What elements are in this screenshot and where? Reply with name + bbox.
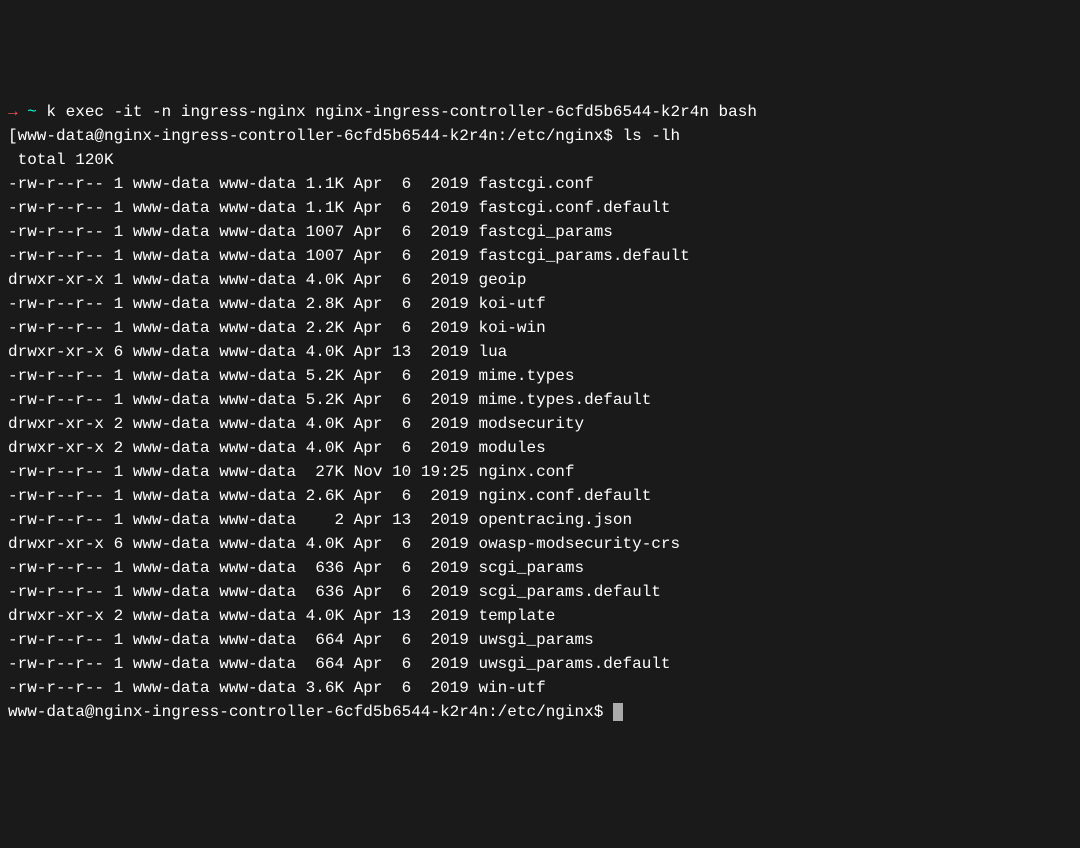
file-row: -rw-r--r-- 1 www-data www-data 664 Apr 6…	[8, 628, 1072, 652]
file-row: -rw-r--r-- 1 www-data www-data 1007 Apr …	[8, 244, 1072, 268]
file-row: -rw-r--r-- 1 www-data www-data 664 Apr 6…	[8, 652, 1072, 676]
file-row: drwxr-xr-x 6 www-data www-data 4.0K Apr …	[8, 340, 1072, 364]
terminal-output[interactable]: → ~ k exec -it -n ingress-nginx nginx-in…	[8, 100, 1072, 724]
file-row: drwxr-xr-x 2 www-data www-data 4.0K Apr …	[8, 604, 1072, 628]
file-row: -rw-r--r-- 1 www-data www-data 2 Apr 13 …	[8, 508, 1072, 532]
kubectl-exec-command: k exec -it -n ingress-nginx nginx-ingres…	[46, 103, 757, 121]
shell-prompt-line: www-data@nginx-ingress-controller-6cfd5b…	[8, 700, 1072, 724]
file-row: -rw-r--r-- 1 www-data www-data 1007 Apr …	[8, 220, 1072, 244]
cursor[interactable]	[613, 703, 623, 721]
command-line-2: [www-data@nginx-ingress-controller-6cfd5…	[8, 124, 1072, 148]
file-row: -rw-r--r-- 1 www-data www-data 2.2K Apr …	[8, 316, 1072, 340]
file-row: -rw-r--r-- 1 www-data www-data 636 Apr 6…	[8, 556, 1072, 580]
file-row: -rw-r--r-- 1 www-data www-data 27K Nov 1…	[8, 460, 1072, 484]
ls-command: ls -lh	[623, 127, 681, 145]
total-line: total 120K	[8, 148, 1072, 172]
file-row: -rw-r--r-- 1 www-data www-data 636 Apr 6…	[8, 580, 1072, 604]
file-row: drwxr-xr-x 2 www-data www-data 4.0K Apr …	[8, 436, 1072, 460]
shell-prompt: [www-data@nginx-ingress-controller-6cfd5…	[8, 127, 623, 145]
prompt-tilde: ~	[18, 103, 47, 121]
file-row: drwxr-xr-x 1 www-data www-data 4.0K Apr …	[8, 268, 1072, 292]
file-row: -rw-r--r-- 1 www-data www-data 1.1K Apr …	[8, 196, 1072, 220]
file-row: drwxr-xr-x 6 www-data www-data 4.0K Apr …	[8, 532, 1072, 556]
shell-prompt: www-data@nginx-ingress-controller-6cfd5b…	[8, 703, 613, 721]
command-line-1: → ~ k exec -it -n ingress-nginx nginx-in…	[8, 100, 1072, 124]
file-row: -rw-r--r-- 1 www-data www-data 2.8K Apr …	[8, 292, 1072, 316]
file-row: -rw-r--r-- 1 www-data www-data 2.6K Apr …	[8, 484, 1072, 508]
prompt-arrow-icon: →	[8, 103, 18, 121]
file-row: -rw-r--r-- 1 www-data www-data 1.1K Apr …	[8, 172, 1072, 196]
file-row: -rw-r--r-- 1 www-data www-data 5.2K Apr …	[8, 388, 1072, 412]
file-row: drwxr-xr-x 2 www-data www-data 4.0K Apr …	[8, 412, 1072, 436]
file-row: -rw-r--r-- 1 www-data www-data 5.2K Apr …	[8, 364, 1072, 388]
file-row: -rw-r--r-- 1 www-data www-data 3.6K Apr …	[8, 676, 1072, 700]
